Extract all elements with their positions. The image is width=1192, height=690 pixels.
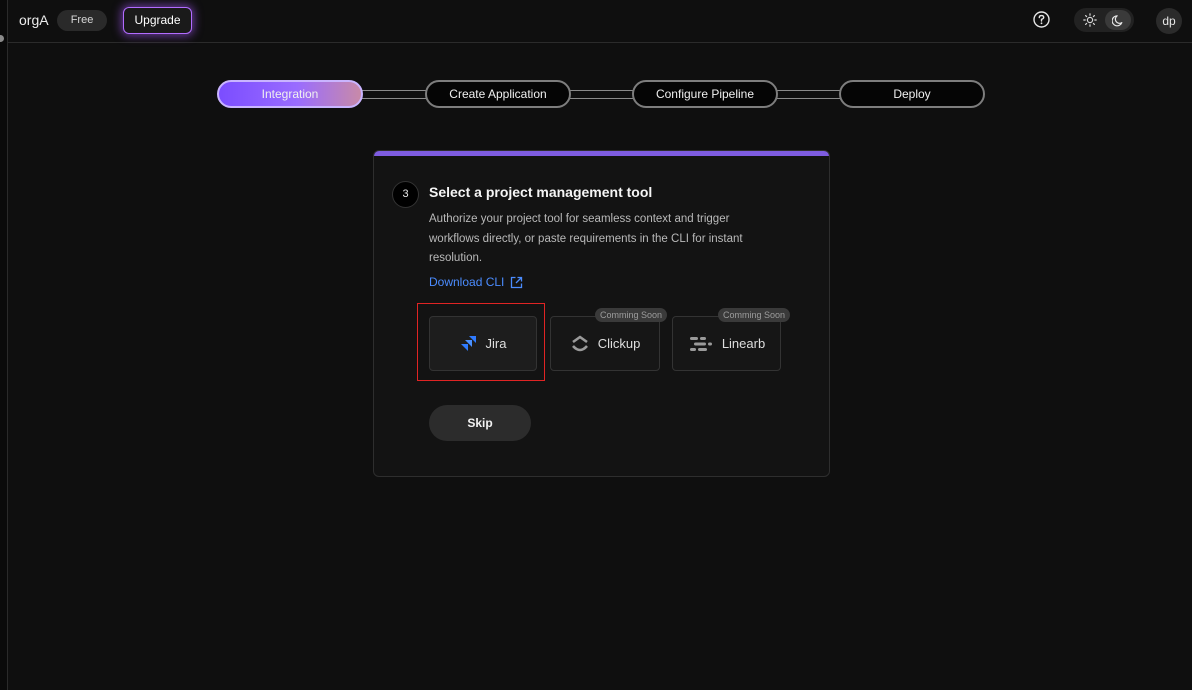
- download-cli-label: Download CLI: [429, 275, 505, 289]
- theme-toggle: [1074, 8, 1134, 32]
- download-cli-link[interactable]: Download CLI: [429, 275, 523, 289]
- avatar[interactable]: dp: [1156, 8, 1182, 34]
- step-create-application[interactable]: Create Application: [425, 80, 571, 108]
- skip-button[interactable]: Skip: [429, 405, 531, 441]
- help-icon[interactable]: [1033, 11, 1050, 28]
- step-configure-pipeline[interactable]: Configure Pipeline: [632, 80, 778, 108]
- coming-soon-badge: Comming Soon: [595, 308, 668, 322]
- card-accent-bar: [374, 151, 829, 156]
- tool-linearb[interactable]: Linearb: [672, 316, 781, 371]
- sun-icon[interactable]: [1077, 10, 1103, 30]
- step-number: 3: [392, 181, 419, 208]
- step-connector: [361, 90, 427, 99]
- clickup-icon: [571, 335, 588, 351]
- step-connector: [775, 90, 841, 99]
- card-title: Select a project management tool: [429, 184, 653, 200]
- tool-clickup[interactable]: Clickup: [550, 316, 660, 371]
- top-bar: orgA Free Upgrade dp: [8, 0, 1192, 43]
- tool-label: Jira: [485, 336, 507, 351]
- external-link-icon: [511, 276, 523, 288]
- coming-soon-badge: Comming Soon: [718, 308, 791, 322]
- step-connector: [568, 90, 634, 99]
- tool-jira[interactable]: Jira: [429, 316, 537, 371]
- linearb-icon: [689, 336, 712, 351]
- tool-label: Clickup: [597, 336, 641, 351]
- onboarding-stepper: Integration Create Application Configure…: [217, 80, 987, 108]
- plan-badge: Free: [57, 10, 107, 31]
- moon-icon[interactable]: [1105, 10, 1131, 30]
- integration-card: 3 Select a project management tool Autho…: [373, 150, 830, 477]
- left-rail: [0, 0, 8, 690]
- tool-label: Linearb: [721, 336, 766, 351]
- step-integration[interactable]: Integration: [217, 80, 363, 108]
- jira-icon: [460, 335, 476, 351]
- org-name: orgA: [19, 12, 49, 28]
- upgrade-button[interactable]: Upgrade: [123, 7, 192, 34]
- rail-handle[interactable]: [0, 35, 4, 42]
- step-deploy[interactable]: Deploy: [839, 80, 985, 108]
- card-description: Authorize your project tool for seamless…: [429, 213, 743, 264]
